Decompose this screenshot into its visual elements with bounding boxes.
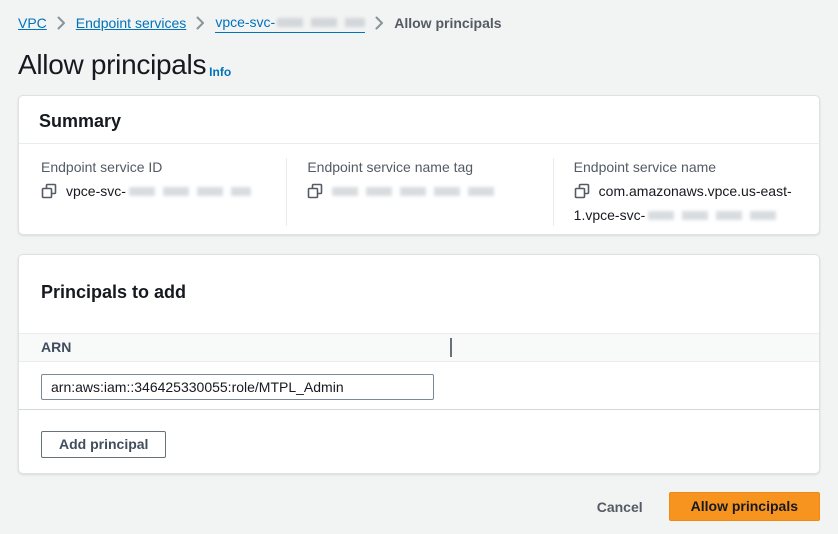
chevron-right-icon <box>375 16 384 30</box>
principals-card: Principals to add ARN Add principal <box>18 254 820 474</box>
summary-card: Summary Endpoint service ID vpce-svc- En… <box>18 95 820 235</box>
footer-actions: Cancel Allow principals <box>18 492 820 521</box>
breadcrumb-service-id-prefix: vpce-svc- <box>215 14 275 30</box>
principals-title: Principals to add <box>41 280 797 304</box>
summary-title: Summary <box>39 109 799 133</box>
field-value-text: vpce-svc- <box>66 183 126 199</box>
info-link[interactable]: Info <box>209 65 231 79</box>
redacted-text <box>277 18 365 27</box>
summary-body: Endpoint service ID vpce-svc- Endpoint s… <box>19 144 819 234</box>
redacted-text <box>332 187 502 196</box>
add-principal-row: Add principal <box>19 410 819 473</box>
page-title: Allow principals <box>18 48 206 82</box>
redacted-text <box>648 211 780 220</box>
allow-principals-page: VPC Endpoint services vpce-svc- Allow pr… <box>0 0 838 521</box>
arn-column-header-row: ARN <box>19 333 819 362</box>
chevron-right-icon <box>57 16 66 30</box>
breadcrumb-link-vpc[interactable]: VPC <box>18 14 47 32</box>
summary-field-endpoint-service-name-tag: Endpoint service name tag <box>286 158 552 226</box>
field-value: com.amazonaws.vpce.us-east-1.vpce-svc- <box>574 181 805 226</box>
principals-card-header: Principals to add <box>19 255 819 333</box>
breadcrumb-link-endpoint-service-id[interactable]: vpce-svc- <box>215 13 365 33</box>
summary-field-endpoint-service-id: Endpoint service ID vpce-svc- <box>19 158 286 226</box>
field-label: Endpoint service name <box>574 158 805 176</box>
breadcrumb: VPC Endpoint services vpce-svc- Allow pr… <box>18 0 820 33</box>
breadcrumb-link-endpoint-services[interactable]: Endpoint services <box>76 14 187 32</box>
field-value <box>307 181 538 205</box>
chevron-right-icon <box>196 16 205 30</box>
arn-input-row <box>19 362 819 409</box>
breadcrumb-current: Allow principals <box>394 14 501 32</box>
field-value: vpce-svc- <box>41 181 272 205</box>
copy-icon[interactable] <box>574 183 590 205</box>
summary-card-header: Summary <box>19 96 819 144</box>
field-label: Endpoint service ID <box>41 158 272 176</box>
arn-column-header: ARN <box>41 339 71 355</box>
redacted-text <box>129 187 251 196</box>
allow-principals-button[interactable]: Allow principals <box>669 492 820 521</box>
copy-icon[interactable] <box>41 183 57 205</box>
column-resize-handle[interactable] <box>450 338 452 357</box>
arn-input[interactable] <box>41 374 434 400</box>
cancel-button[interactable]: Cancel <box>597 499 643 515</box>
field-label: Endpoint service name tag <box>307 158 538 176</box>
summary-field-endpoint-service-name: Endpoint service name com.amazonaws.vpce… <box>553 158 819 226</box>
page-title-row: Allow principals Info <box>18 48 820 82</box>
copy-icon[interactable] <box>307 183 323 205</box>
add-principal-button[interactable]: Add principal <box>41 431 166 458</box>
